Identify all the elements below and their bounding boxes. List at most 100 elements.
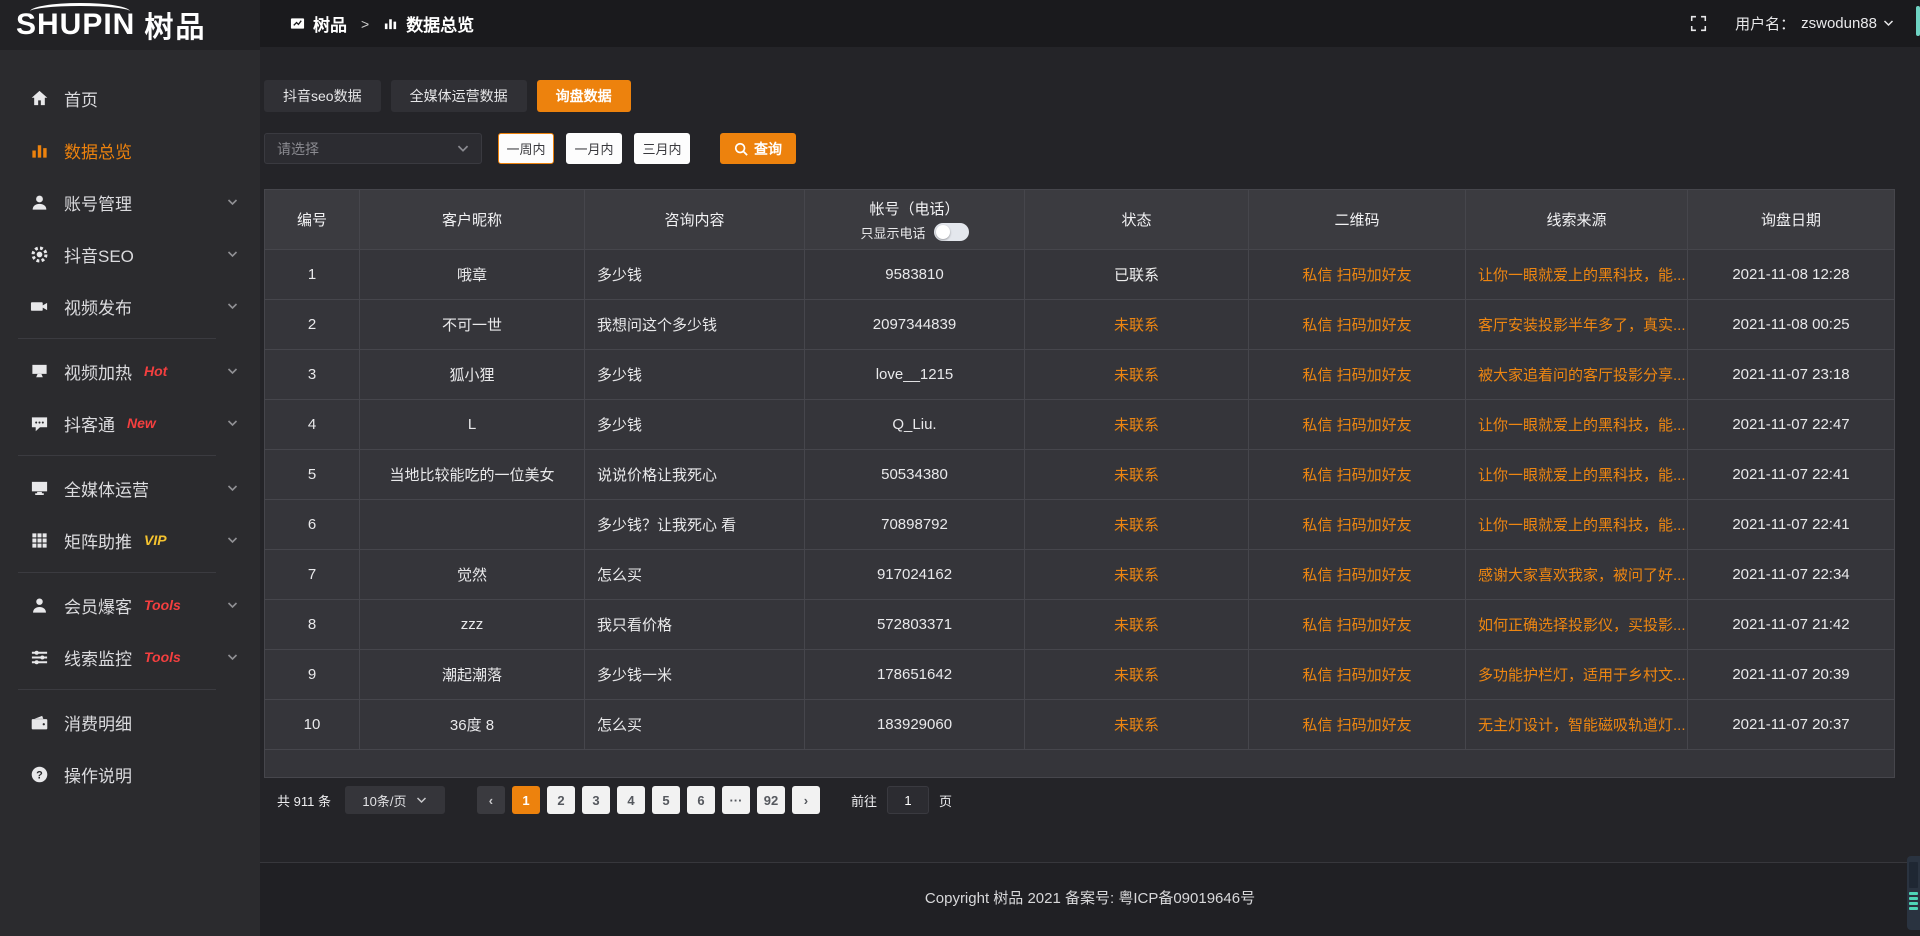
phone-only-toggle[interactable] [934, 223, 969, 241]
total-count: 共 911 条 [277, 791, 331, 810]
cell-lead-source-link[interactable]: 感谢大家喜欢我家，被问了好... [1466, 550, 1688, 600]
cell-account: love__1215 [805, 350, 1025, 400]
phone-only-label: 只显示电话 [860, 223, 925, 242]
sidebar-divider [18, 455, 216, 456]
table-row: 10 36度 8 怎么买 183929060 未联系 私信 扫码加好友 无主灯设… [265, 700, 1894, 750]
cell-lead-source-link[interactable]: 被大家追着问的客厅投影分享... [1466, 350, 1688, 400]
sidebar-item-matrix-boost[interactable]: 矩阵助推 VIP [0, 514, 260, 566]
period-month-button[interactable]: 一月内 [566, 133, 622, 164]
cell-no: 6 [265, 500, 360, 550]
sidebar-divider [18, 338, 216, 339]
fullscreen-icon[interactable] [1690, 15, 1707, 32]
page-size-select[interactable]: 10条/页 [345, 786, 445, 814]
sidebar-item-video-heating[interactable]: 视频加热 Hot [0, 345, 260, 397]
cell-qrcode-link[interactable]: 私信 扫码加好友 [1249, 600, 1466, 650]
cell-inquiry-date: 2021-11-07 21:42 [1688, 600, 1894, 650]
cell-lead-source-link[interactable]: 多功能护栏灯，适用于乡村文... [1466, 650, 1688, 700]
search-icon [734, 142, 748, 156]
cell-lead-source-link[interactable]: 客厅安装投影半年多了，真实... [1466, 300, 1688, 350]
search-button[interactable]: 查询 [720, 133, 796, 164]
sidebar-item-doukertong[interactable]: 抖客通 New [0, 397, 260, 449]
column-header-inquiry-date: 询盘日期 [1688, 190, 1894, 250]
cell-account: 70898792 [805, 500, 1025, 550]
chevron-down-icon [227, 485, 238, 492]
cell-account: Q_Liu. [805, 400, 1025, 450]
table-row: 9 潮起潮落 多少钱一米 178651642 未联系 私信 扫码加好友 多功能护… [265, 650, 1894, 700]
sidebar-nav: 首页 数据总览 账号管理 抖音SEO 视频发布 视频加热 Hot [0, 50, 260, 800]
cell-qrcode-link[interactable]: 私信 扫码加好友 [1249, 700, 1466, 750]
cell-no: 5 [265, 450, 360, 500]
filter-bar: 请选择 一周内 一月内 三月内 查询 [264, 133, 1895, 164]
prev-page-button[interactable]: ‹ [477, 786, 505, 814]
cell-lead-source-link[interactable]: 让你一眼就爱上的黑科技，能... [1466, 250, 1688, 300]
sidebar-item-operation-guide[interactable]: ? 操作说明 [0, 748, 260, 800]
sidebar-item-account-management[interactable]: 账号管理 [0, 176, 260, 228]
sidebar-item-label: 抖音SEO [64, 242, 134, 267]
cell-qrcode-link[interactable]: 私信 扫码加好友 [1249, 300, 1466, 350]
cell-qrcode-link[interactable]: 私信 扫码加好友 [1249, 250, 1466, 300]
grid-icon [30, 531, 49, 550]
cell-nickname: 狐小狸 [360, 350, 585, 400]
user-menu[interactable]: 用户名：zswodun88 [1735, 13, 1894, 34]
table-row: 7 觉然 怎么买 917024162 未联系 私信 扫码加好友 感谢大家喜欢我家… [265, 550, 1894, 600]
sidebar-item-lead-monitoring[interactable]: 线索监控 Tools [0, 631, 260, 683]
cell-content: 怎么买 [585, 550, 805, 600]
cell-content: 说说价格让我死心 [585, 450, 805, 500]
cell-lead-source-link[interactable]: 让你一眼就爱上的黑科技，能... [1466, 500, 1688, 550]
filter-select[interactable]: 请选择 [264, 133, 482, 164]
page-button-2[interactable]: 2 [547, 786, 575, 814]
cell-qrcode-link[interactable]: 私信 扫码加好友 [1249, 500, 1466, 550]
wallet-icon [30, 713, 49, 732]
cell-lead-source-link[interactable]: 无主灯设计，智能磁吸轨道灯... [1466, 700, 1688, 750]
cell-qrcode-link[interactable]: 私信 扫码加好友 [1249, 550, 1466, 600]
tab-inquiry-data[interactable]: 询盘数据 [537, 80, 631, 112]
new-badge: New [127, 415, 156, 431]
sidebar-item-omnimedia-operation[interactable]: 全媒体运营 [0, 462, 260, 514]
sidebar-item-video-publish[interactable]: 视频发布 [0, 280, 260, 332]
cell-status: 未联系 [1025, 550, 1249, 600]
cell-lead-source-link[interactable]: 让你一眼就爱上的黑科技，能... [1466, 400, 1688, 450]
cell-status: 未联系 [1025, 600, 1249, 650]
cell-content: 多少钱 [585, 250, 805, 300]
page-button-92[interactable]: 92 [757, 786, 785, 814]
cell-qrcode-link[interactable]: 私信 扫码加好友 [1249, 450, 1466, 500]
cell-content: 怎么买 [585, 700, 805, 750]
period-quarter-button[interactable]: 三月内 [634, 133, 690, 164]
page-button-1[interactable]: 1 [512, 786, 540, 814]
ellipsis-page-button[interactable]: ··· [722, 786, 750, 814]
page-button-3[interactable]: 3 [582, 786, 610, 814]
cell-content: 我想问这个多少钱 [585, 300, 805, 350]
page-button-6[interactable]: 6 [687, 786, 715, 814]
sidebar-item-data-overview[interactable]: 数据总览 [0, 124, 260, 176]
tab-omnimedia-operation-data[interactable]: 全媒体运营数据 [391, 80, 527, 112]
cell-lead-source-link[interactable]: 如何正确选择投影仪，买投影... [1466, 600, 1688, 650]
cell-account: 917024162 [805, 550, 1025, 600]
cell-qrcode-link[interactable]: 私信 扫码加好友 [1249, 650, 1466, 700]
cell-status: 未联系 [1025, 650, 1249, 700]
sidebar-item-label: 首页 [64, 86, 98, 111]
breadcrumb-root[interactable]: 树品 [313, 11, 347, 36]
cell-qrcode-link[interactable]: 私信 扫码加好友 [1249, 350, 1466, 400]
goto-page-input[interactable] [887, 786, 929, 814]
next-page-button[interactable]: › [792, 786, 820, 814]
cell-content: 多少钱 [585, 400, 805, 450]
sidebar-item-home[interactable]: 首页 [0, 72, 260, 124]
sidebar-item-consumption-details[interactable]: 消费明细 [0, 696, 260, 748]
page-button-4[interactable]: 4 [617, 786, 645, 814]
cell-lead-source-link[interactable]: 让你一眼就爱上的黑科技，能... [1466, 450, 1688, 500]
page-button-5[interactable]: 5 [652, 786, 680, 814]
goto-page: 前往 页 [851, 786, 952, 814]
table-header-row: 编号 客户昵称 咨询内容 帐号（电话） 只显示电话 状态 二维码 线索来源 询盘… [265, 190, 1894, 250]
cell-nickname: 当地比较能吃的一位美女 [360, 450, 585, 500]
sidebar-item-member-baoke[interactable]: 会员爆客 Tools [0, 579, 260, 631]
cell-qrcode-link[interactable]: 私信 扫码加好友 [1249, 400, 1466, 450]
scrollbar-thumb[interactable] [1916, 6, 1920, 36]
period-week-button[interactable]: 一周内 [498, 133, 554, 164]
column-header-no: 编号 [265, 190, 360, 250]
topbar-tools: 用户名：zswodun88 [1690, 13, 1894, 34]
floating-chat-widget[interactable] [1907, 856, 1920, 930]
sidebar-item-douyin-seo[interactable]: 抖音SEO [0, 228, 260, 280]
help-icon: ? [30, 765, 49, 784]
tab-douyin-seo-data[interactable]: 抖音seo数据 [264, 80, 381, 112]
cell-status: 未联系 [1025, 400, 1249, 450]
